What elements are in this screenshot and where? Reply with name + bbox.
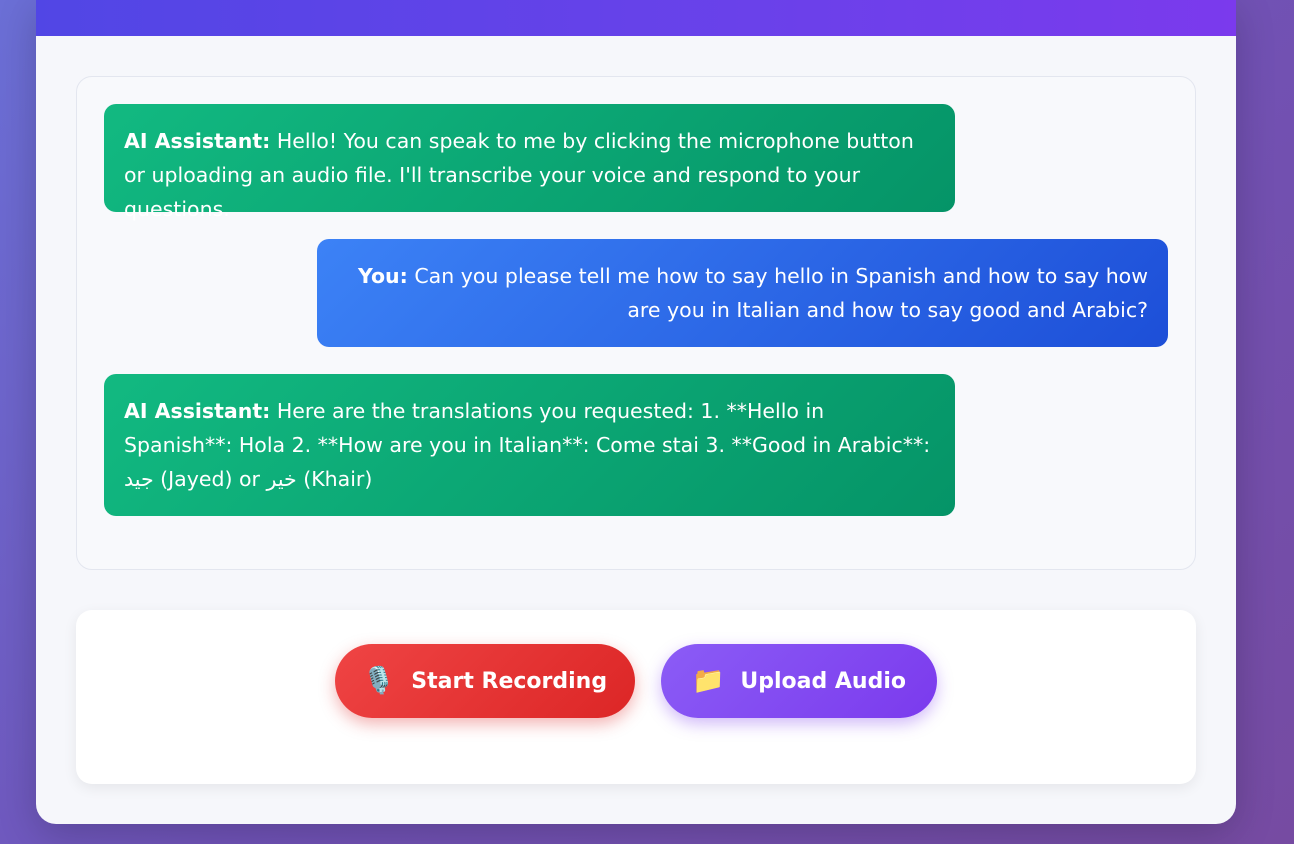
message-sender: You: — [357, 264, 408, 288]
app-card: AI Assistant: Hello! You can speak to me… — [36, 0, 1236, 824]
start-recording-button[interactable]: 🎙️ Start Recording — [335, 644, 635, 718]
assistant-message: AI Assistant: Hello! You can speak to me… — [104, 104, 955, 221]
header-bar — [36, 0, 1236, 36]
message-sender: AI Assistant: — [124, 129, 271, 153]
upload-audio-button[interactable]: 📁 Upload Audio — [661, 644, 937, 718]
microphone-icon: 🎙️ — [362, 666, 396, 696]
upload-audio-label: Upload Audio — [740, 668, 906, 694]
message-text: Can you please tell me how to say hello … — [414, 264, 1148, 322]
controls-panel: 🎙️ Start Recording 📁 Upload Audio — [76, 610, 1196, 784]
folder-icon: 📁 — [692, 666, 725, 696]
start-recording-label: Start Recording — [411, 668, 608, 694]
chat-history: AI Assistant: Hello! You can speak to me… — [76, 76, 1196, 570]
message-sender: AI Assistant: — [124, 399, 271, 423]
user-message: You: Can you please tell me how to say h… — [317, 239, 1168, 347]
assistant-message: AI Assistant: Here are the translations … — [104, 374, 955, 516]
